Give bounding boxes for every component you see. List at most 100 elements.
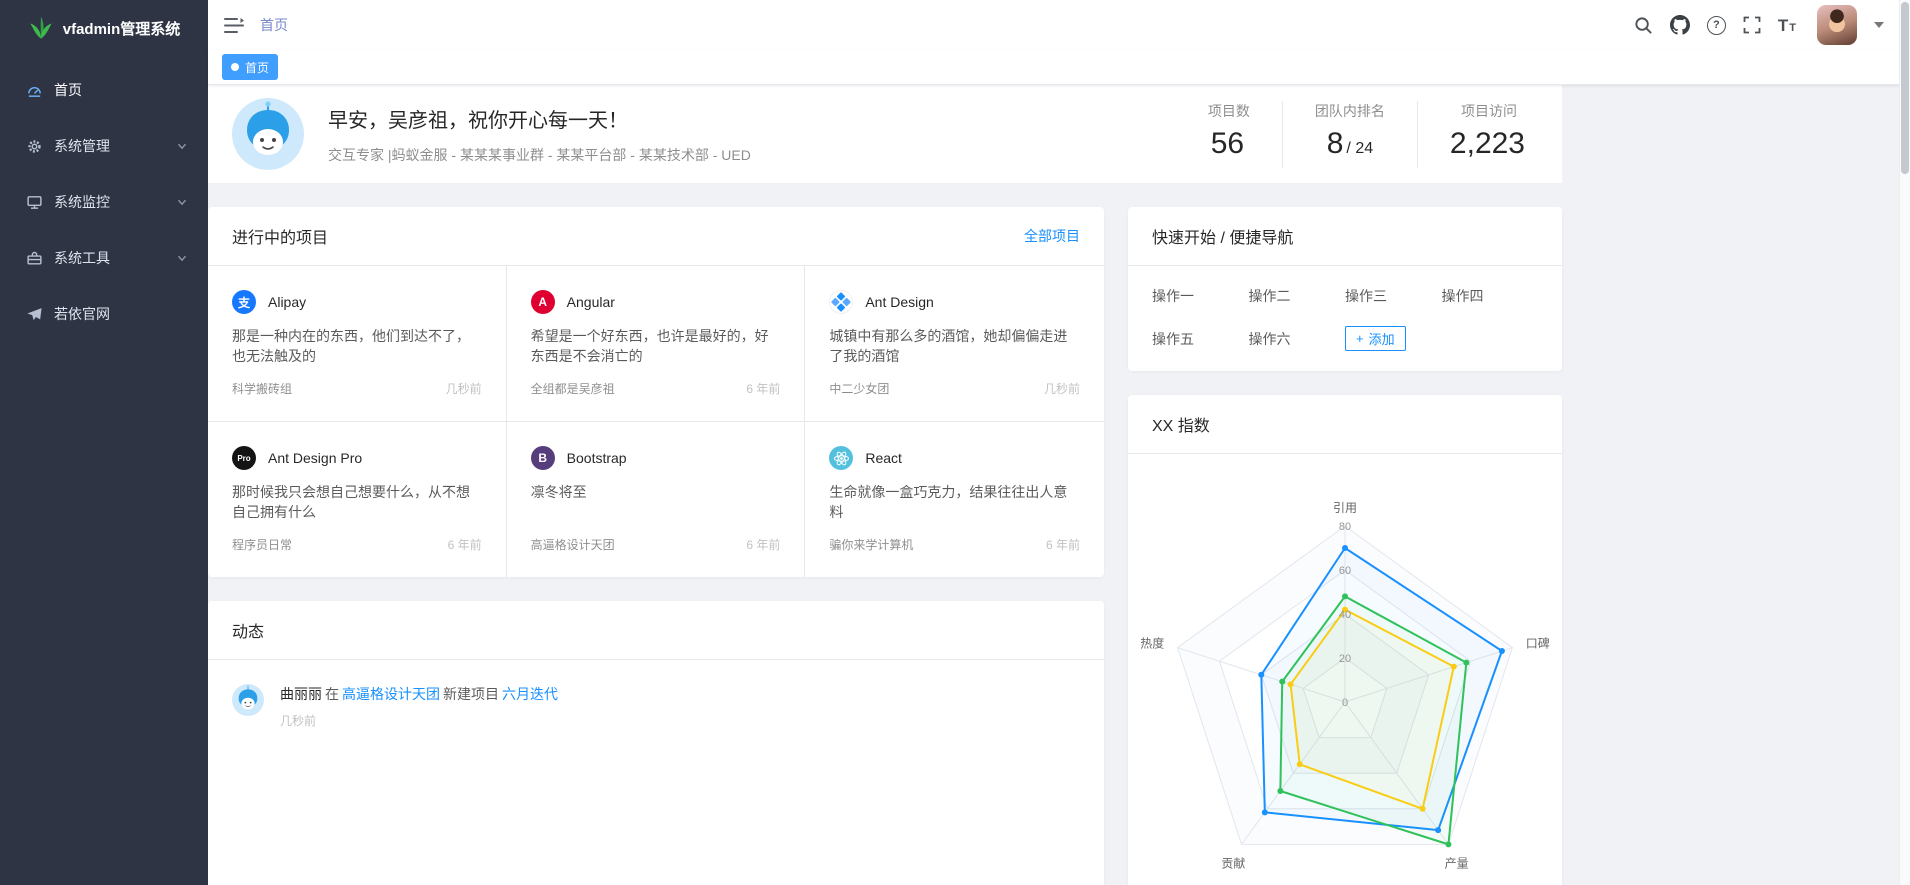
quick-link-1[interactable]: 操作一 — [1152, 286, 1249, 306]
sidebar-item-system-monitor[interactable]: 系统监控 — [0, 174, 208, 230]
user-avatar[interactable] — [1817, 5, 1857, 45]
fullscreen-icon[interactable] — [1743, 16, 1761, 34]
font-size-large-glyph: T — [1778, 17, 1788, 34]
project-updated-time: 几秒前 — [446, 380, 482, 397]
menu-label-system-monitor: 系统监控 — [54, 192, 110, 212]
project-group-link[interactable]: 全组都是吴彦祖 — [531, 380, 615, 397]
scrollbar-thumb[interactable] — [1901, 2, 1909, 174]
project-card-bootstrap[interactable]: B Bootstrap 凛冬将至 高逼格设计天团 6 年前 — [507, 422, 806, 577]
menu-label-system-management: 系统管理 — [54, 136, 110, 156]
quick-nav-links: 操作一 操作二 操作三 操作四 操作五 操作六 + 添加 — [1128, 266, 1562, 371]
svg-text:产量: 产量 — [1445, 857, 1469, 871]
stat-label: 项目访问 — [1450, 101, 1528, 121]
quick-nav-card: 快速开始 / 便捷导航 操作一 操作二 操作三 操作四 操作五 操作六 + — [1128, 207, 1562, 371]
scrollbar[interactable] — [1899, 0, 1910, 885]
projects-card: 进行中的项目 全部项目 支 Alipay 那是一种内在的东西，他们到达不了，也无 — [208, 207, 1104, 577]
welcome-header: 早安，吴彦祖，祝你开心每一天！ 交互专家 |蚂蚁金服 - 某某某事业群 - 某某… — [208, 85, 1562, 183]
sidebar-item-system-management[interactable]: 系统管理 — [0, 118, 208, 174]
activity-group-link[interactable]: 高逼格设计天团 — [342, 686, 440, 702]
project-description: 希望是一个好东西，也许是最好的，好东西是不会消亡的 — [531, 326, 781, 366]
quick-link-3[interactable]: 操作三 — [1345, 286, 1442, 306]
quick-link-4[interactable]: 操作四 — [1442, 286, 1539, 306]
user-cartoon-avatar — [232, 98, 304, 170]
quick-link-5[interactable]: 操作五 — [1152, 329, 1249, 349]
project-card-react[interactable]: React 生命就像一盒巧克力，结果往往出人意料 骗你来学计算机 6 年前 — [805, 422, 1104, 577]
main-content: 早安，吴彦祖，祝你开心每一天！ 交互专家 |蚂蚁金服 - 某某某事业群 - 某某… — [208, 85, 1910, 885]
activity-time: 几秒前 — [280, 712, 561, 729]
index-chart-card: XX 指数 806040200引用口碑产量贡献热度 — [1128, 395, 1562, 885]
projects-title: 进行中的项目 — [232, 224, 328, 248]
activity-user-avatar[interactable] — [232, 684, 264, 716]
paper-plane-icon — [26, 306, 43, 323]
svg-text:热度: 热度 — [1140, 635, 1164, 650]
project-card-alipay[interactable]: 支 Alipay 那是一种内在的东西，他们到达不了，也无法触及的 科学搬砖组 几… — [208, 266, 507, 422]
svg-text:20: 20 — [1339, 653, 1351, 665]
user-role-text: 交互专家 |蚂蚁金服 - 某某某事业群 - 某某平台部 - 某某技术部 - UE… — [328, 145, 751, 165]
project-card-ant-design-pro[interactable]: Pro Ant Design Pro 那时候我只会想自己想要什么，从不想自己拥有… — [208, 422, 507, 577]
ant-design-icon — [829, 290, 853, 314]
bootstrap-icon: B — [531, 446, 555, 470]
app-logo[interactable]: vfadmin管理系统 — [0, 0, 208, 56]
project-name[interactable]: Alipay — [268, 294, 306, 310]
stat-value: 8/ 24 — [1315, 125, 1385, 168]
add-button-label: 添加 — [1369, 329, 1395, 348]
project-name[interactable]: Bootstrap — [567, 450, 627, 466]
quick-link-2[interactable]: 操作二 — [1249, 286, 1346, 306]
add-button[interactable]: + 添加 — [1345, 326, 1406, 351]
github-icon[interactable] — [1670, 15, 1690, 35]
tags-view-bar: 首页 — [208, 50, 1910, 85]
project-name[interactable]: Ant Design Pro — [268, 450, 362, 466]
caret-down-icon[interactable] — [1874, 22, 1884, 28]
project-updated-time: 6 年前 — [448, 536, 482, 553]
activity-project-link[interactable]: 六月迭代 — [502, 686, 558, 702]
menu-label-system-tools: 系统工具 — [54, 248, 110, 268]
breadcrumb[interactable]: 首页 — [260, 15, 288, 35]
sidebar-item-home[interactable]: 首页 — [0, 62, 208, 118]
search-icon[interactable] — [1634, 16, 1653, 35]
sidebar-menu: 首页 系统管理 — [0, 56, 208, 342]
chevron-down-icon — [176, 196, 188, 208]
main-area: 首页 ? T — [208, 0, 1910, 885]
tag-home[interactable]: 首页 — [222, 54, 278, 80]
menu-label-home: 首页 — [54, 80, 82, 100]
sidebar: vfadmin管理系统 首页 系统管理 — [0, 0, 208, 885]
quick-link-6[interactable]: 操作六 — [1249, 329, 1346, 349]
angular-icon: A — [531, 290, 555, 314]
project-name[interactable]: React — [865, 450, 902, 466]
project-card-angular[interactable]: A Angular 希望是一个好东西，也许是最好的，好东西是不会消亡的 全组都是… — [507, 266, 806, 422]
app-window: vfadmin管理系统 首页 系统管理 — [0, 0, 1910, 885]
sidebar-item-system-tools[interactable]: 系统工具 — [0, 230, 208, 286]
quick-nav-title: 快速开始 / 便捷导航 — [1152, 224, 1293, 248]
sidebar-item-official-site[interactable]: 若依官网 — [0, 286, 208, 342]
app-title: vfadmin管理系统 — [63, 18, 181, 39]
projects-grid: 支 Alipay 那是一种内在的东西，他们到达不了，也无法触及的 科学搬砖组 几… — [208, 266, 1104, 577]
logo-leaf-icon — [28, 15, 54, 41]
project-group-link[interactable]: 科学搬砖组 — [232, 380, 292, 397]
menu-label-official-site: 若依官网 — [54, 304, 110, 324]
activity-user-link[interactable]: 曲丽丽 — [280, 686, 322, 702]
svg-text:40: 40 — [1339, 609, 1351, 621]
activity-card: 动态 — [208, 601, 1104, 885]
dashboard-icon — [26, 82, 43, 99]
sidebar-toggle-icon[interactable] — [224, 17, 244, 34]
project-group-link[interactable]: 中二少女团 — [829, 380, 889, 397]
index-chart-title: XX 指数 — [1152, 412, 1210, 436]
stat-label: 团队内排名 — [1315, 101, 1385, 121]
svg-text:60: 60 — [1339, 565, 1351, 577]
project-name[interactable]: Ant Design — [865, 294, 933, 310]
project-name[interactable]: Angular — [567, 294, 615, 310]
stat-value: 56 — [1208, 125, 1250, 168]
project-description: 凛冬将至 — [531, 482, 781, 522]
stat-project-visits: 项目访问 2,223 — [1417, 101, 1538, 168]
project-group-link[interactable]: 高逼格设计天团 — [531, 536, 615, 553]
stat-label: 项目数 — [1208, 101, 1250, 121]
project-description: 那时候我只会想自己想要什么，从不想自己拥有什么 — [232, 482, 482, 522]
tag-label: 首页 — [245, 59, 269, 76]
svg-text:口碑: 口碑 — [1526, 635, 1550, 650]
project-group-link[interactable]: 程序员日常 — [232, 536, 292, 553]
all-projects-link[interactable]: 全部项目 — [1024, 226, 1080, 246]
help-icon[interactable]: ? — [1707, 16, 1726, 35]
font-size-icon[interactable]: TT — [1778, 17, 1796, 34]
project-group-link[interactable]: 骗你来学计算机 — [829, 536, 913, 553]
project-card-ant-design[interactable]: Ant Design 城镇中有那么多的酒馆，她却偏偏走进了我的酒馆 中二少女团 … — [805, 266, 1104, 422]
